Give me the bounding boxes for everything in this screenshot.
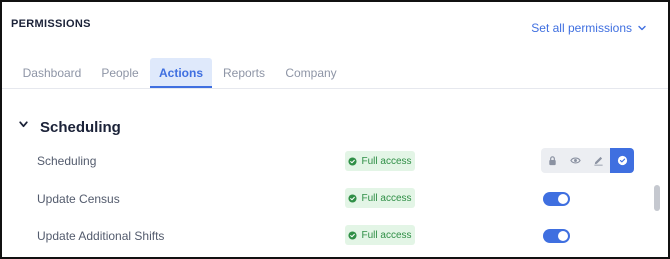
status-badge-label: Full access [361,192,412,204]
status-badge: Full access [345,151,415,171]
view-button[interactable] [564,148,587,173]
update-additional-shifts-toggle[interactable] [543,229,570,243]
status-badge: Full access [345,188,415,208]
set-all-permissions-dropdown[interactable]: Set all permissions [531,21,647,35]
full-access-button[interactable] [610,148,634,173]
chevron-down-icon [19,121,28,128]
lock-icon [549,156,556,166]
check-circle-icon [617,155,627,166]
edit-button[interactable] [587,148,610,173]
update-census-toggle[interactable] [543,192,570,206]
status-badge: Full access [345,225,415,245]
section-title: Scheduling [40,119,121,136]
toggle-knob [558,194,568,204]
check-circle-icon [348,156,358,166]
chevron-down-icon [638,25,646,31]
row-label-scheduling: Scheduling [37,154,97,168]
row-label-update-census: Update Census [37,192,120,206]
status-badge-label: Full access [361,229,412,241]
tab-bar: Dashboard People Actions Reports Company [2,58,668,89]
tab-people[interactable]: People [94,58,146,88]
pencil-icon [594,156,603,166]
row-label-update-additional-shifts: Update Additional Shifts [37,229,165,243]
permission-level-selector [541,148,634,173]
check-circle-icon [348,230,358,240]
tab-actions[interactable]: Actions [150,58,212,88]
status-badge-label: Full access [361,155,412,167]
tab-reports[interactable]: Reports [216,58,272,88]
permissions-panel: PERMISSIONS Set all permissions Dashboar… [0,0,670,259]
lock-button[interactable] [541,148,564,173]
toggle-knob [558,231,568,241]
check-circle-icon [348,193,358,203]
scrollbar-thumb[interactable] [654,185,660,211]
tab-dashboard[interactable]: Dashboard [16,58,88,88]
tab-company[interactable]: Company [280,58,342,88]
eye-icon [570,157,581,164]
panel-title: PERMISSIONS [11,18,91,30]
section-collapse-toggle[interactable] [18,119,29,130]
set-all-permissions-label: Set all permissions [531,21,632,35]
